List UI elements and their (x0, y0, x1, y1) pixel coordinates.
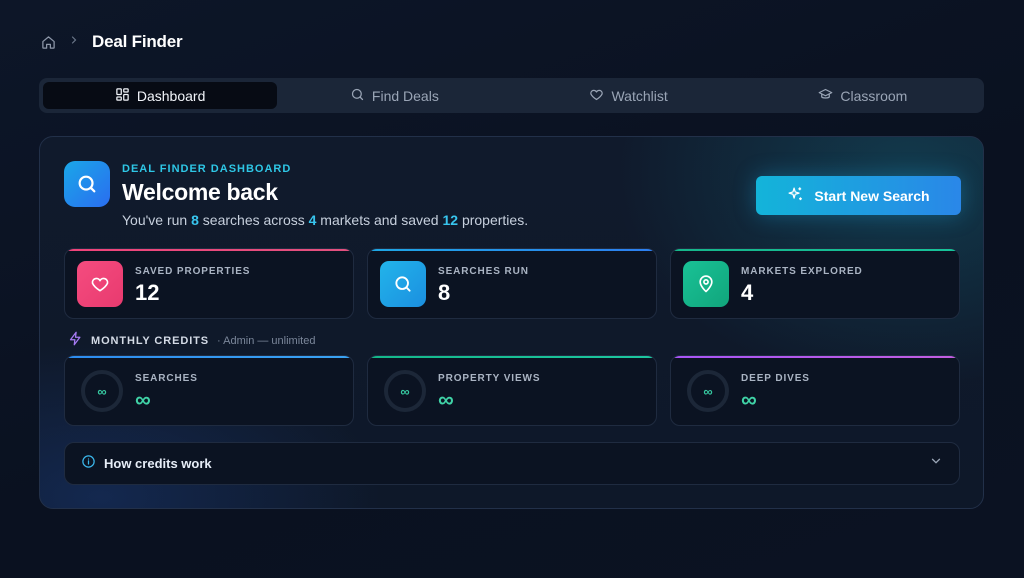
credit-card-deep-dives: ∞ DEEP DIVES ∞ (670, 355, 960, 426)
page-title: Deal Finder (92, 32, 183, 51)
sparkles-icon (787, 186, 804, 206)
tab-label: Classroom (840, 87, 908, 104)
credit-value: ∞ (741, 387, 757, 412)
credit-value: ∞ (135, 387, 151, 412)
credit-ring: ∞ (81, 370, 123, 412)
credit-card-searches: ∞ SEARCHES ∞ (64, 355, 354, 426)
heart-icon (77, 261, 123, 307)
monthly-credits-header: MONTHLY CREDITS · Admin — unlimited (68, 331, 315, 351)
graduation-cap-icon (818, 87, 833, 105)
breadcrumb: Deal Finder (40, 30, 183, 54)
map-pin-icon (683, 261, 729, 307)
stat-value: 8 (438, 280, 451, 305)
info-icon (81, 454, 96, 474)
how-credits-work-accordion[interactable]: How credits work (64, 442, 960, 485)
chevron-down-icon[interactable] (929, 454, 943, 473)
search-icon (64, 161, 110, 207)
start-new-search-button[interactable]: Start New Search (756, 176, 961, 215)
credit-value: ∞ (438, 387, 454, 412)
home-icon[interactable] (40, 34, 56, 50)
chevron-right-icon (68, 33, 80, 51)
credit-card-property-views: ∞ PROPERTY VIEWS ∞ (367, 355, 657, 426)
credit-ring: ∞ (687, 370, 729, 412)
credit-label: SEARCHES (135, 373, 198, 384)
stat-label: SAVED PROPERTIES (135, 266, 251, 277)
dashboard-kicker: DEAL FINDER DASHBOARD (122, 163, 292, 175)
tab-label: Watchlist (611, 87, 668, 104)
stat-value: 12 (135, 280, 160, 305)
heart-icon (589, 87, 604, 105)
search-icon (350, 87, 365, 105)
dashboard-panel: DEAL FINDER DASHBOARD Welcome back You'v… (39, 136, 984, 509)
stat-card-markets-explored: MARKETS EXPLORED 4 (670, 248, 960, 319)
tab-label: Find Deals (371, 87, 439, 104)
stat-label: SEARCHES RUN (438, 266, 529, 277)
monthly-credits-title: MONTHLY CREDITS (91, 335, 210, 347)
tab-watchlist[interactable]: Watchlist (512, 82, 746, 109)
accordion-title: How credits work (104, 456, 212, 471)
saved-count: 12 (442, 212, 459, 228)
start-new-search-label: Start New Search (814, 187, 930, 204)
credit-label: DEEP DIVES (741, 373, 810, 384)
lightning-icon (68, 331, 83, 351)
tab-bar: Dashboard Find Deals Watchlist Classroom (39, 78, 984, 113)
credit-ring: ∞ (384, 370, 426, 412)
stat-card-saved-properties: SAVED PROPERTIES 12 (64, 248, 354, 319)
tab-dashboard[interactable]: Dashboard (43, 82, 278, 109)
stat-label: MARKETS EXPLORED (741, 266, 863, 277)
stat-card-searches-run: SEARCHES RUN 8 (367, 248, 657, 319)
activity-summary: You've run 8 searches across 4 markets a… (122, 212, 529, 228)
credits-note: · Admin — unlimited (217, 335, 316, 347)
stat-value: 4 (741, 280, 754, 305)
grid-icon (115, 87, 130, 105)
credit-label: PROPERTY VIEWS (438, 373, 541, 384)
tab-label: Dashboard (136, 87, 206, 104)
welcome-heading: Welcome back (122, 179, 278, 205)
tab-find-deals[interactable]: Find Deals (277, 82, 511, 109)
searches-count: 8 (191, 212, 199, 228)
tab-classroom[interactable]: Classroom (746, 82, 980, 109)
search-icon (380, 261, 426, 307)
